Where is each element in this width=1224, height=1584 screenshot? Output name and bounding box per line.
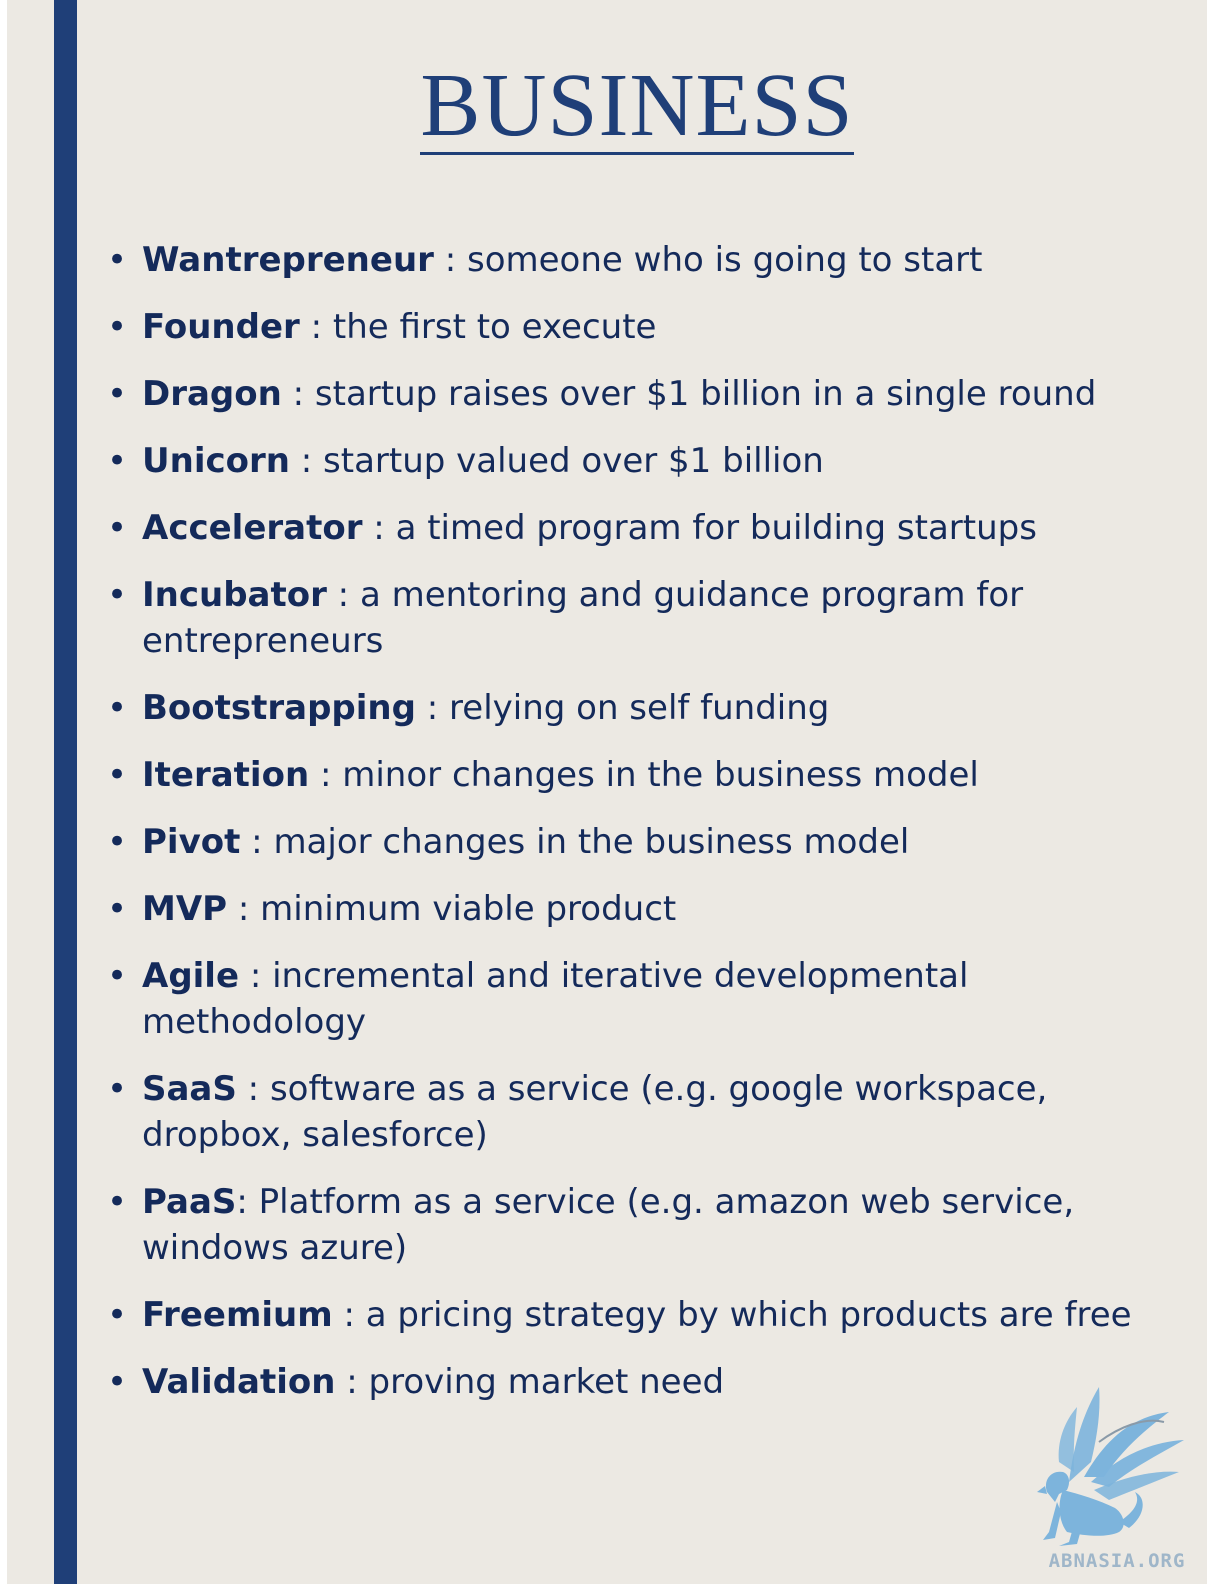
term-definition: startup valued over $1 billion — [323, 441, 824, 481]
bullet-icon: • — [107, 575, 128, 615]
list-item: • Incubator : a mentoring and guidance pr… — [107, 572, 1167, 664]
term-separator: : — [289, 441, 324, 481]
term-name: Dragon — [142, 374, 282, 414]
bullet-icon: • — [107, 441, 128, 481]
term-definition: relying on self funding — [449, 688, 830, 728]
term-name: PaaS — [142, 1182, 237, 1222]
term-definition: software as a service (e.g. google works… — [142, 1069, 1048, 1155]
list-item: • Agile : incremental and iterative devel… — [107, 953, 1167, 1045]
list-item: • Pivot : major changes in the business m… — [107, 819, 1167, 865]
bullet-icon: • — [107, 508, 128, 548]
term-name: Wantrepreneur — [142, 240, 434, 280]
list-item: • Validation : proving market need — [107, 1359, 1167, 1405]
list-item: • Unicorn : startup valued over $1 billio… — [107, 438, 1167, 484]
term-list: • Wantrepreneur : someone who is going to… — [107, 237, 1167, 1426]
term-name: Pivot — [142, 822, 241, 862]
term-separator: : — [309, 755, 343, 795]
term-separator: : — [236, 1182, 259, 1222]
term-name: MVP — [142, 889, 228, 929]
list-item: • MVP : minimum viable product — [107, 886, 1167, 932]
list-item: • PaaS: Platform as a service (e.g. amazo… — [107, 1179, 1167, 1271]
term-separator: : — [281, 374, 315, 414]
term-name: Founder — [142, 307, 300, 347]
bullet-icon: • — [107, 1069, 128, 1109]
term-separator: : — [240, 822, 274, 862]
term-definition: proving market need — [368, 1362, 725, 1402]
page-title: BUSINESS — [420, 56, 854, 155]
term-separator: : — [362, 508, 396, 548]
term-definition: minor changes in the business model — [342, 755, 979, 795]
term-definition: a pricing strategy by which products are… — [365, 1295, 1132, 1335]
list-item: • Accelerator : a timed program for build… — [107, 505, 1167, 551]
term-name: Accelerator — [142, 508, 363, 548]
bullet-icon: • — [107, 889, 128, 929]
list-item: • SaaS : software as a service (e.g. goog… — [107, 1066, 1167, 1158]
term-definition: Platform as a service (e.g. amazon web s… — [142, 1182, 1075, 1268]
list-item: • Founder : the first to execute — [107, 304, 1167, 350]
term-definition: a timed program for building startups — [395, 508, 1037, 548]
bullet-icon: • — [107, 307, 128, 347]
abnasia-logo: ABNASIA.ORG — [1029, 1382, 1205, 1578]
term-separator: : — [415, 688, 450, 728]
accent-side-bar — [54, 0, 77, 1584]
term-separator: : — [227, 889, 261, 929]
term-definition: the first to execute — [332, 307, 657, 347]
term-name: Freemium — [142, 1295, 333, 1335]
bullet-icon: • — [107, 1182, 128, 1222]
term-name: Validation — [142, 1362, 336, 1402]
bullet-icon: • — [107, 956, 128, 996]
term-name: SaaS — [142, 1069, 237, 1109]
term-separator: : — [326, 575, 360, 615]
list-item: • Dragon : startup raises over $1 billion… — [107, 371, 1167, 417]
term-separator: : — [335, 1362, 369, 1402]
list-item: • Wantrepreneur : someone who is going to… — [107, 237, 1167, 283]
list-item: • Freemium : a pricing strategy by which … — [107, 1292, 1167, 1338]
document-page: BUSINESS • Wantrepreneur : someone who is… — [7, 0, 1207, 1584]
list-item: • Bootstrapping : relying on self funding — [107, 685, 1167, 731]
term-name: Agile — [142, 956, 240, 996]
term-name: Iteration — [142, 755, 310, 795]
term-definition: major changes in the business model — [273, 822, 910, 862]
term-separator: : — [299, 307, 333, 347]
term-name: Incubator — [142, 575, 327, 615]
term-separator: : — [332, 1295, 366, 1335]
term-separator: : — [239, 956, 273, 996]
term-name: Bootstrapping — [142, 688, 416, 728]
term-separator: : — [236, 1069, 270, 1109]
bullet-icon: • — [107, 1362, 128, 1402]
bullet-icon: • — [107, 688, 128, 728]
term-definition: someone who is going to start — [467, 240, 983, 280]
list-item: • Iteration : minor changes in the busine… — [107, 752, 1167, 798]
term-definition: minimum viable product — [260, 889, 677, 929]
logo-text: ABNASIA.ORG — [1048, 1550, 1186, 1572]
term-definition: startup raises over $1 billion in a sing… — [314, 374, 1097, 414]
bullet-icon: • — [107, 240, 128, 280]
term-separator: : — [433, 240, 467, 280]
bullet-icon: • — [107, 374, 128, 414]
title-wrapper: BUSINESS — [7, 56, 1207, 155]
bullet-icon: • — [107, 822, 128, 862]
term-name: Unicorn — [142, 441, 290, 481]
bullet-icon: • — [107, 1295, 128, 1335]
griffin-logo-icon — [1037, 1387, 1184, 1546]
bullet-icon: • — [107, 755, 128, 795]
